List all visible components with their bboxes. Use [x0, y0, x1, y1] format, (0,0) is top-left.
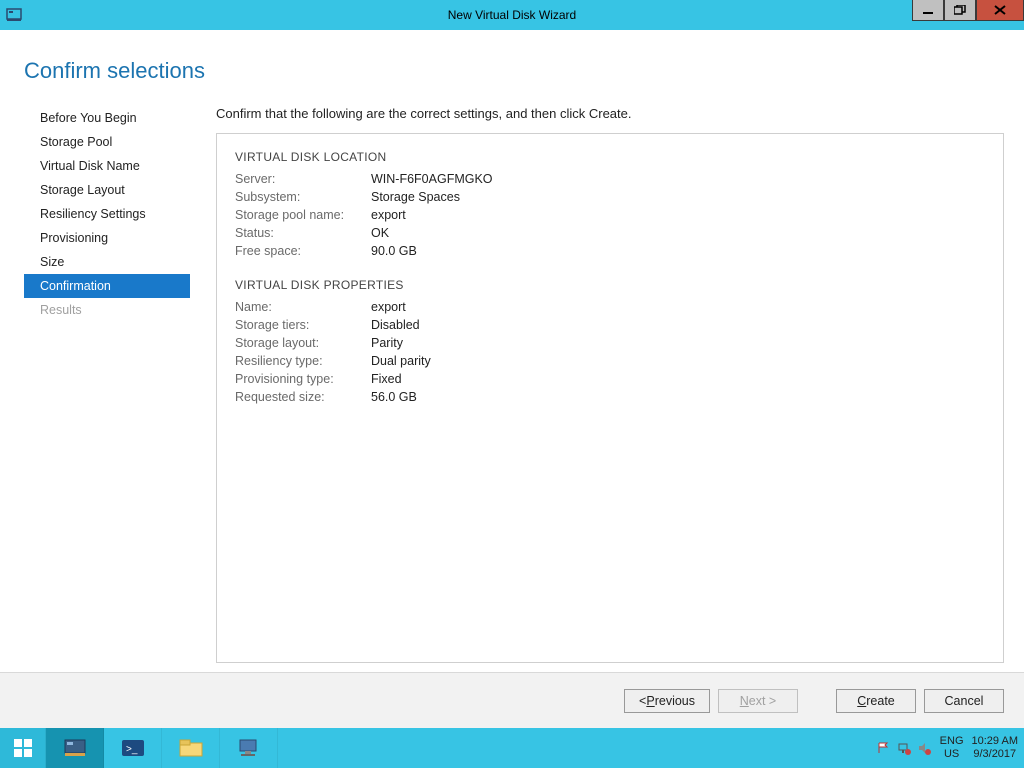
taskbar-virtual-machine[interactable]	[220, 728, 278, 768]
layout-value: Parity	[371, 336, 403, 350]
tray-lang1: ENG	[940, 735, 964, 748]
step-resiliency-settings[interactable]: Resiliency Settings	[24, 202, 190, 226]
previous-accel: P	[646, 694, 654, 708]
next-post: ext >	[749, 694, 776, 708]
tiers-label: Storage tiers:	[235, 318, 371, 332]
page-title: Confirm selections	[0, 30, 1024, 84]
step-before-you-begin[interactable]: Before You Begin	[24, 106, 190, 130]
name-value: export	[371, 300, 406, 314]
server-manager-icon	[0, 0, 28, 30]
provisioning-label: Provisioning type:	[235, 372, 371, 386]
row-provisioning: Provisioning type: Fixed	[235, 370, 985, 388]
tiers-value: Disabled	[371, 318, 420, 332]
create-button[interactable]: Create	[836, 689, 916, 713]
location-heading: VIRTUAL DISK LOCATION	[235, 150, 985, 164]
step-virtual-disk-name[interactable]: Virtual Disk Name	[24, 154, 190, 178]
server-label: Server:	[235, 172, 371, 186]
system-tray: ENG US 10:29 AM 9/3/2017	[876, 728, 1024, 768]
taskbar-file-explorer[interactable]	[162, 728, 220, 768]
main-area: Before You Begin Storage Pool Virtual Di…	[0, 84, 1024, 712]
settings-panel: VIRTUAL DISK LOCATION Server: WIN-F6F0AG…	[216, 133, 1004, 663]
titlebar: New Virtual Disk Wizard	[0, 0, 1024, 30]
wizard-steps: Before You Begin Storage Pool Virtual Di…	[0, 106, 190, 712]
row-tiers: Storage tiers: Disabled	[235, 316, 985, 334]
tray-lang2: US	[944, 748, 959, 761]
subsystem-label: Subsystem:	[235, 190, 371, 204]
content-pane: Confirm that the following are the corre…	[190, 106, 1004, 712]
row-subsystem: Subsystem: Storage Spaces	[235, 188, 985, 206]
row-requested-size: Requested size: 56.0 GB	[235, 388, 985, 406]
provisioning-value: Fixed	[371, 372, 402, 386]
previous-pre: <	[639, 694, 646, 708]
layout-label: Storage layout:	[235, 336, 371, 350]
wizard-footer: < Previous Next > Create Cancel	[0, 672, 1024, 728]
name-label: Name:	[235, 300, 371, 314]
row-resiliency: Resiliency type: Dual parity	[235, 352, 985, 370]
step-results: Results	[24, 298, 190, 322]
svg-text:>_: >_	[126, 744, 138, 755]
start-button[interactable]	[0, 728, 46, 768]
volume-icon[interactable]	[916, 740, 932, 756]
previous-button[interactable]: < Previous	[624, 689, 710, 713]
minimize-button[interactable]	[912, 0, 944, 21]
network-icon[interactable]	[896, 740, 912, 756]
next-accel: N	[740, 694, 749, 708]
pool-value: export	[371, 208, 406, 222]
server-value: WIN-F6F0AGFMGKO	[371, 172, 493, 186]
tray-clock[interactable]: 10:29 AM 9/3/2017	[972, 735, 1018, 761]
instruction-text: Confirm that the following are the corre…	[216, 106, 1004, 121]
flag-icon[interactable]	[876, 740, 892, 756]
resiliency-value: Dual parity	[371, 354, 431, 368]
step-confirmation[interactable]: Confirmation	[24, 274, 190, 298]
free-space-label: Free space:	[235, 244, 371, 258]
window-controls	[912, 0, 1024, 30]
row-layout: Storage layout: Parity	[235, 334, 985, 352]
tray-time: 10:29 AM	[972, 735, 1018, 748]
close-button[interactable]	[976, 0, 1024, 21]
taskbar-powershell[interactable]: >_	[104, 728, 162, 768]
tray-date: 9/3/2017	[973, 748, 1016, 761]
step-provisioning[interactable]: Provisioning	[24, 226, 190, 250]
create-accel: C	[857, 694, 866, 708]
pool-label: Storage pool name:	[235, 208, 371, 222]
maximize-button[interactable]	[944, 0, 976, 21]
tray-language[interactable]: ENG US	[940, 735, 964, 761]
row-name: Name: export	[235, 298, 985, 316]
status-label: Status:	[235, 226, 371, 240]
taskbar: >_ ENG US 10:29 AM 9/3/2017	[0, 728, 1024, 768]
requested-size-label: Requested size:	[235, 390, 371, 404]
row-status: Status: OK	[235, 224, 985, 242]
subsystem-value: Storage Spaces	[371, 190, 460, 204]
resiliency-label: Resiliency type:	[235, 354, 371, 368]
taskbar-server-manager[interactable]	[46, 728, 104, 768]
cancel-button[interactable]: Cancel	[924, 689, 1004, 713]
status-value: OK	[371, 226, 389, 240]
next-button: Next >	[718, 689, 798, 713]
properties-heading: VIRTUAL DISK PROPERTIES	[235, 278, 985, 292]
window-title: New Virtual Disk Wizard	[0, 8, 1024, 22]
create-post: reate	[866, 694, 895, 708]
free-space-value: 90.0 GB	[371, 244, 417, 258]
row-pool: Storage pool name: export	[235, 206, 985, 224]
previous-post: revious	[655, 694, 695, 708]
tray-icons	[876, 740, 932, 756]
requested-size-value: 56.0 GB	[371, 390, 417, 404]
step-storage-pool[interactable]: Storage Pool	[24, 130, 190, 154]
step-storage-layout[interactable]: Storage Layout	[24, 178, 190, 202]
row-free-space: Free space: 90.0 GB	[235, 242, 985, 260]
step-size[interactable]: Size	[24, 250, 190, 274]
row-server: Server: WIN-F6F0AGFMGKO	[235, 170, 985, 188]
